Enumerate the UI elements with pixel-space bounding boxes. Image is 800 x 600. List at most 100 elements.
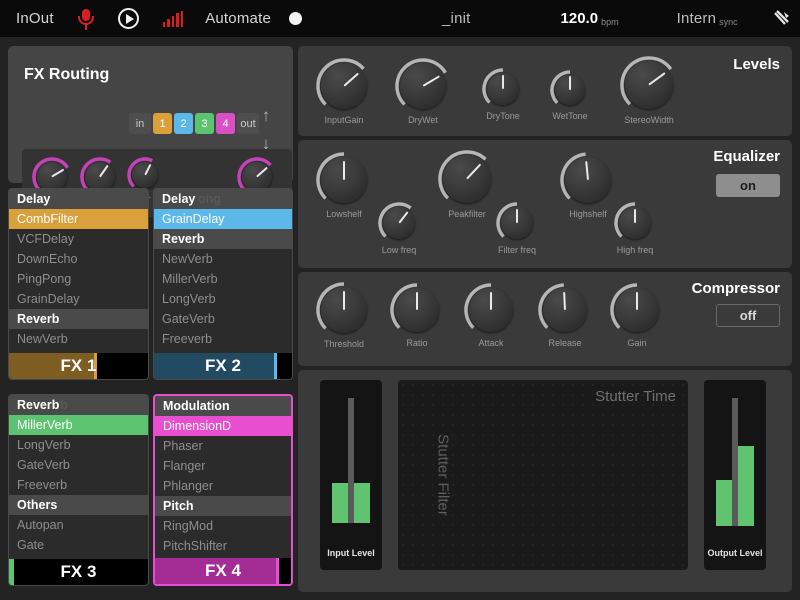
compressor-toggle[interactable]: off bbox=[716, 304, 780, 327]
fx-list-item[interactable]: LongVerb bbox=[9, 435, 148, 455]
fx-slot-panel-1[interactable]: Delay CombFilter VCFDelay DownEcho PingPong G… bbox=[8, 188, 149, 380]
fx-list-item[interactable]: VCFDelay bbox=[9, 229, 148, 249]
fx-list-item[interactable]: DownEcho bbox=[9, 249, 148, 269]
stutter-filter-label: Stutter Filter bbox=[434, 434, 452, 516]
knob-ratio[interactable]: Ratio bbox=[390, 283, 444, 351]
knob-peakfilter[interactable]: Peakfilter bbox=[438, 150, 496, 222]
fx-effect-list[interactable]: Modulation DimensionD Phaser Flanger Phlange… bbox=[155, 396, 291, 558]
fx-list-item[interactable]: Flanger bbox=[155, 456, 291, 476]
meter-label: Output Level bbox=[707, 548, 763, 558]
fx-list-item[interactable]: RingMod bbox=[155, 516, 291, 536]
knob-drywet[interactable]: DryWet bbox=[395, 58, 451, 128]
tempo-field[interactable]: 120.0 bpm bbox=[561, 0, 619, 37]
preset-name-label: _init bbox=[442, 10, 471, 27]
equalizer-toggle[interactable]: on bbox=[716, 174, 780, 197]
sync-unit-label: sync bbox=[719, 16, 738, 27]
output-level-meter[interactable]: Output Level bbox=[704, 380, 766, 570]
fx-slot-footer[interactable]: FX 1 bbox=[9, 353, 148, 379]
fx-slot-panel-2[interactable]: Delay ong GrainDelay Reverb NewVerb MillerVer… bbox=[153, 188, 293, 380]
fx-category-header: Delay bbox=[9, 189, 148, 209]
fx-list-item[interactable]: CombFilter bbox=[9, 209, 148, 229]
knob-label: InputGain bbox=[324, 115, 364, 125]
knob-lowshelf[interactable]: Lowshelf bbox=[316, 152, 372, 222]
knob-gain[interactable]: Gain bbox=[610, 283, 664, 351]
fx-category-label: Modulation bbox=[163, 399, 230, 413]
record-dot-icon[interactable] bbox=[289, 0, 302, 37]
inout-button[interactable]: InOut bbox=[16, 0, 54, 37]
chain-slot-4[interactable]: 4 bbox=[216, 113, 235, 134]
fx-list-item[interactable]: GateVerb bbox=[9, 455, 148, 475]
fx-effect-list[interactable]: Delay CombFilter VCFDelay DownEcho PingPong G… bbox=[9, 189, 148, 353]
knob-drytone[interactable]: DryTone bbox=[482, 68, 524, 124]
fx-category-ghost-label: b bbox=[60, 398, 68, 412]
fx-list-item[interactable]: MillerVerb bbox=[154, 269, 292, 289]
fx-list-item[interactable]: Gate bbox=[9, 535, 148, 555]
knob-wettone[interactable]: WetTone bbox=[550, 70, 590, 124]
knob-threshold[interactable]: Threshold bbox=[316, 282, 372, 352]
knob-release[interactable]: Release bbox=[538, 283, 592, 351]
compressor-title: Compressor bbox=[691, 280, 780, 297]
chain-slot-1[interactable]: 1 bbox=[153, 113, 172, 134]
knob-filter-freq[interactable]: Filter freq bbox=[496, 202, 538, 258]
fx-list-item[interactable]: PingPong bbox=[9, 269, 148, 289]
plugin-window: InOut Automate _init 120.0 bpm Intern sy… bbox=[0, 0, 800, 600]
fx-list-item[interactable]: GrainDelay bbox=[9, 289, 148, 309]
chain-in-cell[interactable]: in bbox=[129, 113, 151, 134]
fx-slot-panel-4[interactable]: Modulation DimensionD Phaser Flanger Phlange… bbox=[153, 394, 293, 586]
preset-name[interactable]: _init bbox=[442, 0, 471, 37]
automate-label: Automate bbox=[205, 10, 271, 27]
compressor-panel: Compressor off Threshold Ratio Attack Relea… bbox=[298, 272, 792, 366]
fx-list-item[interactable]: Freeverb bbox=[9, 475, 148, 495]
fx-routing-title: FX Routing bbox=[24, 66, 110, 83]
fx-list-item[interactable]: LongVerb bbox=[154, 289, 292, 309]
fx-effect-list[interactable]: Reverb b MillerVerb LongVerb GateVerb Freever… bbox=[9, 395, 148, 559]
stutter-xy-pad[interactable]: Stutter Time Stutter Filter bbox=[398, 380, 688, 570]
knob-label: Peakfilter bbox=[448, 209, 486, 219]
sync-source-selector[interactable]: Intern sync bbox=[677, 0, 738, 37]
arrow-up-icon[interactable]: ↑ bbox=[257, 102, 275, 130]
automate-button[interactable]: Automate bbox=[205, 0, 271, 37]
levels-panel: Levels InputGain DryWet DryTone WetTone Ster… bbox=[298, 46, 792, 136]
fx-category-header: Reverb b bbox=[9, 395, 148, 415]
knob-label: Highshelf bbox=[569, 209, 607, 219]
fx-slot-footer[interactable]: FX 4 bbox=[155, 558, 291, 584]
fx-list-item[interactable]: PitchShifter bbox=[155, 536, 291, 556]
fx-list-item[interactable]: Autopan bbox=[9, 515, 148, 535]
fx-slot-panel-3[interactable]: Reverb b MillerVerb LongVerb GateVerb Freever… bbox=[8, 394, 149, 586]
chain-out-cell[interactable]: out bbox=[237, 113, 259, 134]
fx-list-item[interactable]: DimensionD bbox=[155, 416, 291, 436]
knob-stereowidth[interactable]: StereoWidth bbox=[620, 56, 678, 128]
fx-slot-name: FX 2 bbox=[205, 356, 241, 375]
fx-slot-footer[interactable]: FX 3 bbox=[9, 559, 148, 585]
tools-icon[interactable] bbox=[772, 0, 792, 37]
fx-chain-order[interactable]: in 1 2 3 4 out bbox=[129, 113, 259, 134]
fx-list-item[interactable]: NewVerb bbox=[154, 249, 292, 269]
knob-inputgain[interactable]: InputGain bbox=[316, 58, 372, 128]
signal-bars-icon[interactable] bbox=[162, 0, 184, 37]
chain-slot-3[interactable]: 3 bbox=[195, 113, 214, 134]
knob-label: Release bbox=[548, 338, 582, 348]
fx-category-label: Delay bbox=[162, 192, 196, 206]
knob-low-freq[interactable]: Low freq bbox=[378, 202, 420, 258]
play-circle-icon[interactable] bbox=[117, 0, 139, 37]
knob-highshelf[interactable]: Highshelf bbox=[560, 152, 616, 222]
meter-bar-right bbox=[738, 446, 754, 526]
fx-list-item[interactable]: GateVerb bbox=[154, 309, 292, 329]
chain-slot-2[interactable]: 2 bbox=[174, 113, 193, 134]
microphone-icon[interactable] bbox=[76, 0, 96, 37]
fx-list-item[interactable]: Phlanger bbox=[155, 476, 291, 496]
knob-label: Attack bbox=[478, 338, 504, 348]
fx-slot-footer[interactable]: FX 2 bbox=[154, 353, 292, 379]
knob-high-freq[interactable]: High freq bbox=[614, 202, 656, 258]
fx-list-item[interactable]: GrainDelay bbox=[154, 209, 292, 229]
fx-list-item[interactable]: MillerVerb bbox=[9, 415, 148, 435]
fx-effect-list[interactable]: Delay ong GrainDelay Reverb NewVerb MillerVer… bbox=[154, 189, 292, 353]
fx-list-item[interactable]: NewVerb bbox=[9, 329, 148, 349]
knob-label: Lowshelf bbox=[326, 209, 362, 219]
inout-label: InOut bbox=[16, 10, 54, 27]
fx-list-item[interactable]: Freeverb bbox=[154, 329, 292, 349]
knob-attack[interactable]: Attack bbox=[464, 283, 518, 351]
fx-category-label: Delay bbox=[17, 192, 51, 206]
fx-list-item[interactable]: Phaser bbox=[155, 436, 291, 456]
input-level-meter[interactable]: Input Level bbox=[320, 380, 382, 570]
